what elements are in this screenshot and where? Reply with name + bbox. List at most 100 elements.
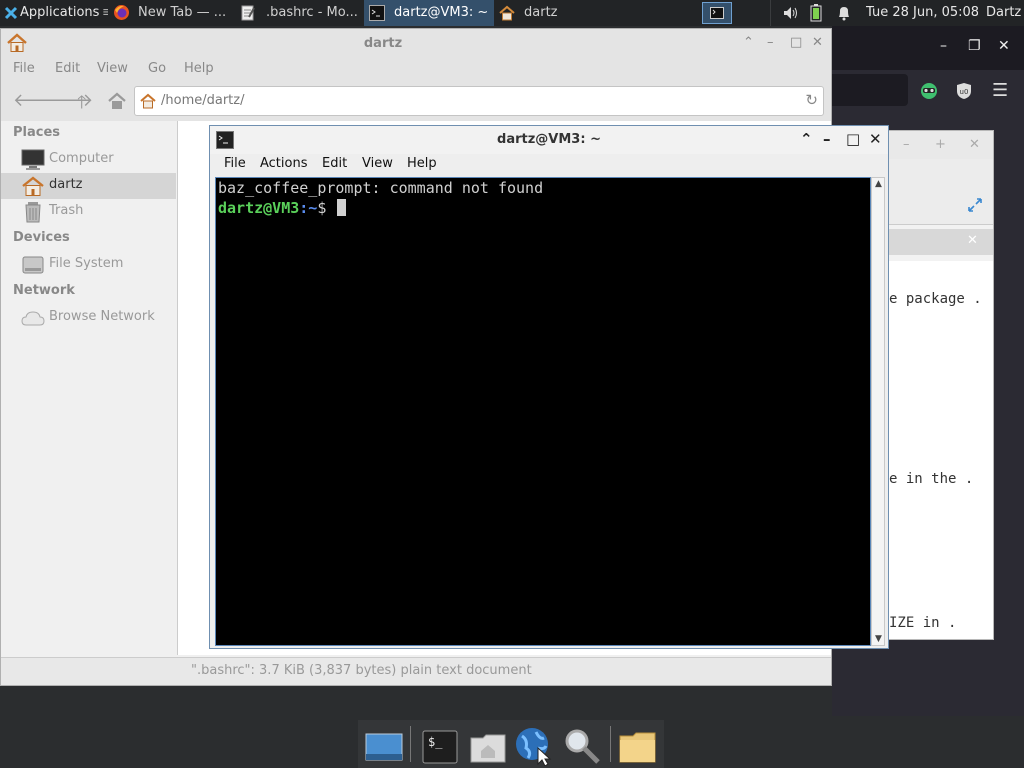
workspace-switcher[interactable] <box>700 0 734 26</box>
menu-actions[interactable]: Actions <box>260 156 308 171</box>
file-manager-titlebar[interactable]: dartz ⌃ – □ ✕ <box>1 29 831 59</box>
minimize-icon[interactable]: – <box>767 35 774 50</box>
scroll-down-arrow-icon[interactable]: ▼ <box>873 634 884 644</box>
notification-bell-icon[interactable] <box>836 0 852 26</box>
task-label: .bashrc - Mo... <box>266 5 358 20</box>
editor-toolbar <box>889 159 993 225</box>
text-editor-window: – + ✕ ✕ e package . e in the . IZE in . <box>888 130 994 640</box>
ublock-shield-icon[interactable]: u0 <box>956 82 972 100</box>
sidebar-item-trash[interactable]: Trash <box>1 199 176 225</box>
home-folder-icon <box>22 176 44 196</box>
sidebar-item-dartz[interactable]: dartz <box>1 173 176 199</box>
task-bashrc-editor[interactable]: .bashrc - Mo... <box>236 0 362 26</box>
status-bar: ".bashrc": 3.7 KiB (3,837 bytes) plain t… <box>1 657 831 685</box>
minimize-icon[interactable]: – <box>903 137 910 152</box>
menu-help[interactable]: Help <box>407 156 437 171</box>
volume-icon[interactable] <box>782 0 800 26</box>
folder-launcher-icon[interactable] <box>618 726 658 766</box>
panel-separator <box>770 0 771 26</box>
hamburger-menu-icon[interactable]: ☰ <box>992 80 1008 101</box>
close-icon[interactable]: ✕ <box>998 38 1010 54</box>
close-icon[interactable]: ✕ <box>812 35 823 50</box>
location-path: /home/dartz/ <box>161 93 245 108</box>
home-icon[interactable] <box>107 91 127 111</box>
close-icon[interactable]: ✕ <box>869 130 882 148</box>
sidebar-item-label: Trash <box>49 203 84 218</box>
svg-text:u0: u0 <box>960 88 969 96</box>
applications-menu[interactable]: Applications ≡ <box>2 0 108 26</box>
minimize-icon[interactable]: – <box>940 38 947 54</box>
terminal-icon <box>710 7 724 19</box>
menu-view[interactable]: View <box>362 156 393 171</box>
search-magnifier-icon[interactable] <box>562 726 602 766</box>
battery-icon[interactable] <box>810 0 824 26</box>
terminal-icon <box>369 5 385 21</box>
editor-tab[interactable]: ✕ <box>889 229 993 255</box>
clock[interactable]: Tue 28 Jun, 05:08 <box>866 0 978 26</box>
menu-help[interactable]: Help <box>184 61 214 76</box>
firefox-titlebar: – ❐ ✕ <box>832 26 1024 70</box>
task-terminal[interactable]: dartz@VM3: ~ <box>364 0 494 26</box>
editor-line: e package . <box>889 291 982 307</box>
maximize-icon[interactable]: □ <box>790 35 802 50</box>
maximize-icon[interactable]: + <box>935 137 946 152</box>
xfce-logo-icon <box>4 6 18 20</box>
trash-icon <box>25 202 41 223</box>
private-browsing-mask-icon[interactable] <box>920 82 938 100</box>
sidebar-item-label: dartz <box>49 177 83 192</box>
terminal-titlebar[interactable]: dartz@VM3: ~ ⌃ – □ ✕ <box>210 126 888 154</box>
close-icon[interactable]: ✕ <box>969 137 980 152</box>
sidebar-item-file-system[interactable]: File System <box>1 252 176 278</box>
computer-icon <box>21 149 45 170</box>
file-manager-toolbar: 🡐 🡒 🡑 /home/dartz/ ↻ <box>1 81 831 121</box>
user-menu[interactable]: Dartz <box>986 0 1024 26</box>
task-new-tab[interactable]: New Tab — ... <box>110 0 232 26</box>
editor-line: e in the . <box>889 471 974 487</box>
restore-icon[interactable]: ❐ <box>968 38 981 54</box>
workspace-1[interactable] <box>702 2 732 24</box>
menu-edit[interactable]: Edit <box>322 156 347 171</box>
location-bar[interactable]: /home/dartz/ ↻ <box>134 86 824 116</box>
maximize-icon[interactable]: □ <box>846 130 860 148</box>
terminal-screen[interactable]: baz_coffee_prompt: command not found dar… <box>215 177 871 646</box>
sidebar-item-computer[interactable]: Computer <box>1 147 176 173</box>
fullscreen-icon[interactable] <box>967 197 983 213</box>
status-text: ".bashrc": 3.7 KiB (3,837 bytes) plain t… <box>191 663 532 678</box>
terminal-scrollbar[interactable]: ▲ ▼ <box>871 177 885 646</box>
applications-label: Applications <box>20 5 100 20</box>
minimize-icon[interactable]: – <box>823 130 831 148</box>
text-editor-icon <box>241 5 255 21</box>
menu-go[interactable]: Go <box>148 61 166 76</box>
home-folder-launcher-icon[interactable] <box>468 726 508 766</box>
sidebar-heading-network: Network <box>13 283 75 298</box>
sidebar-heading-places: Places <box>13 125 61 140</box>
menu-view[interactable]: View <box>97 61 128 76</box>
menu-edit[interactable]: Edit <box>55 61 80 76</box>
dock-separator <box>610 726 611 762</box>
shade-icon[interactable]: ⌃ <box>743 35 754 50</box>
sidebar-item-browse-network[interactable]: Browse Network <box>1 305 176 331</box>
dock: $_ <box>358 720 664 768</box>
svg-text:$_: $_ <box>428 735 443 749</box>
scroll-up-arrow-icon[interactable]: ▲ <box>873 179 884 189</box>
shade-icon[interactable]: ⌃ <box>800 130 813 148</box>
web-browser-globe-icon[interactable] <box>514 726 554 766</box>
close-tab-icon[interactable]: ✕ <box>967 233 978 248</box>
terminal-output-line: baz_coffee_prompt: command not found <box>218 179 544 197</box>
terminal-menubar: File Actions Edit View Help <box>210 154 888 176</box>
editor-titlebar: – + ✕ <box>889 131 993 159</box>
editor-text-area[interactable]: e package . e in the . IZE in . <box>889 261 993 639</box>
up-arrow-icon[interactable]: 🡑 <box>77 90 86 120</box>
firefox-icon <box>114 5 129 20</box>
task-label: New Tab — ... <box>138 5 227 20</box>
firefox-urlbar[interactable] <box>832 74 908 106</box>
show-desktop-icon[interactable] <box>364 726 404 766</box>
sidebar-item-label: Browse Network <box>49 309 155 324</box>
editor-line: IZE in . <box>889 615 957 631</box>
task-file-manager[interactable]: dartz <box>496 0 632 26</box>
reload-icon[interactable]: ↻ <box>805 91 818 109</box>
menu-file[interactable]: File <box>224 156 246 171</box>
terminal-launcher-icon[interactable]: $_ <box>420 726 460 766</box>
menu-file[interactable]: File <box>13 61 35 76</box>
sidebar-item-label: Computer <box>49 151 114 166</box>
